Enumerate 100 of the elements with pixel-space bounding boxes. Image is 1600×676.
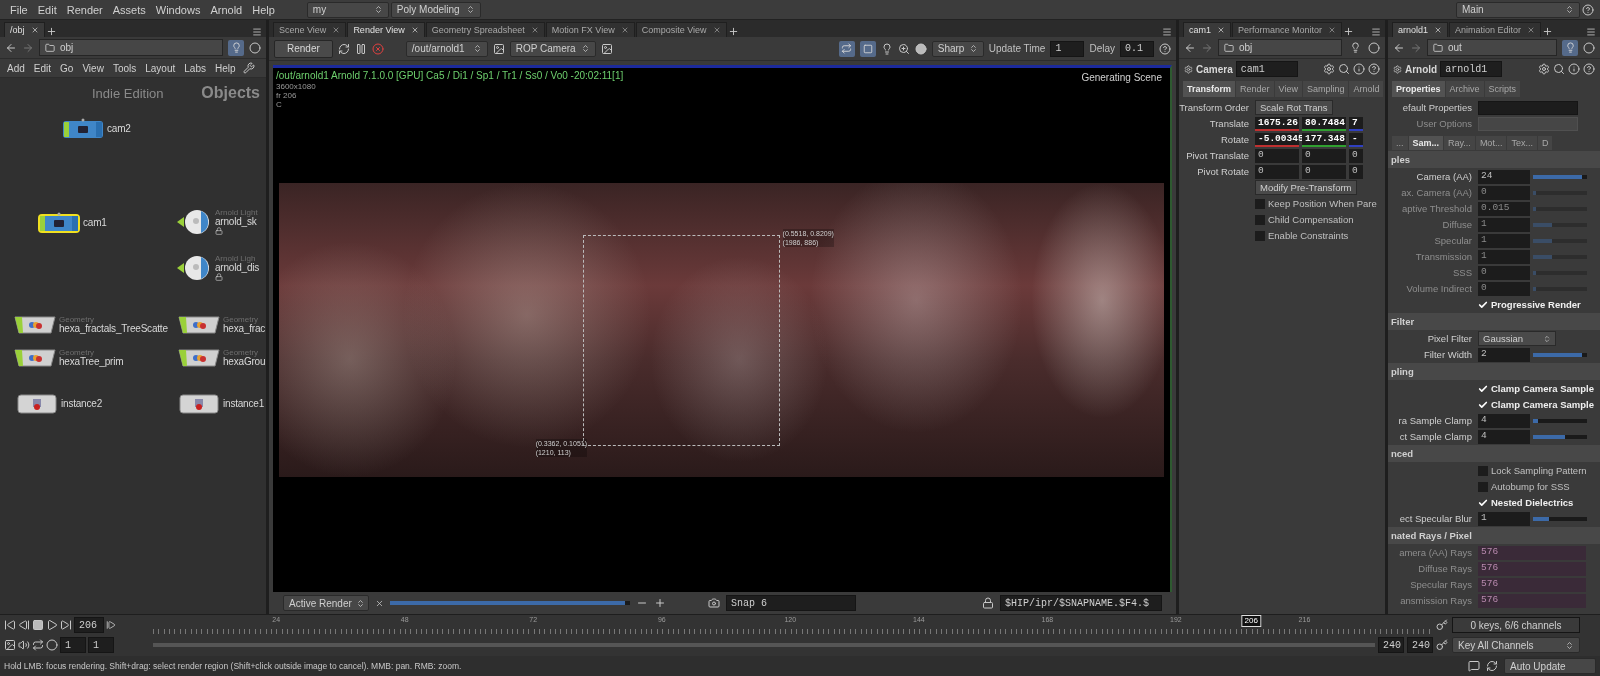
geometry-node[interactable] bbox=[178, 347, 220, 369]
menu-item[interactable]: Windows bbox=[151, 3, 205, 16]
section-header[interactable]: ples bbox=[1388, 151, 1600, 168]
node-name-field[interactable]: cam1 bbox=[1235, 61, 1298, 77]
info-icon[interactable] bbox=[1568, 63, 1580, 75]
menu-icon[interactable] bbox=[1371, 27, 1381, 37]
menu-item[interactable]: Arnold bbox=[206, 3, 247, 16]
node-label[interactable]: arnold_dis bbox=[215, 262, 260, 274]
geometry-node[interactable] bbox=[14, 314, 56, 336]
node-name-field[interactable]: arnold1 bbox=[1440, 61, 1503, 77]
render-mode-dropdown[interactable]: Active Render bbox=[283, 595, 369, 611]
number-field[interactable]: 0 bbox=[1302, 148, 1346, 163]
number-field[interactable]: 7 bbox=[1349, 116, 1363, 131]
recycle-icon[interactable] bbox=[838, 40, 855, 57]
close-icon[interactable] bbox=[1527, 26, 1536, 34]
lightbulb-icon[interactable] bbox=[880, 42, 893, 55]
number-field[interactable]: 1 bbox=[1478, 511, 1530, 526]
param-tab[interactable]: Mot... bbox=[1475, 136, 1507, 150]
node-label[interactable]: hexa_frac bbox=[223, 323, 266, 335]
tools-icon[interactable] bbox=[242, 62, 255, 74]
modify-button[interactable]: Modify Pre-Transform bbox=[1255, 180, 1357, 195]
slider-track[interactable] bbox=[1533, 434, 1587, 439]
snap-field[interactable]: Snap 6 bbox=[726, 595, 856, 611]
pane-tab[interactable]: Geometry Spreadsheet bbox=[425, 22, 545, 37]
close-icon[interactable] bbox=[332, 26, 341, 34]
number-field[interactable]: 0 bbox=[1255, 164, 1299, 179]
playback-end-field[interactable]: 240 bbox=[1378, 637, 1404, 653]
dropdown[interactable]: Scale Rot Trans bbox=[1255, 100, 1333, 115]
number-field[interactable]: - bbox=[1349, 132, 1363, 147]
menu-item[interactable]: File bbox=[6, 3, 32, 16]
input-field[interactable] bbox=[1478, 100, 1578, 115]
play-icon[interactable] bbox=[46, 619, 58, 631]
slider-track[interactable] bbox=[1533, 190, 1587, 195]
node-label[interactable]: hexa_fractals_TreeScatte bbox=[59, 323, 168, 335]
menu-item[interactable]: Assets bbox=[108, 3, 150, 16]
end-field[interactable]: 240 bbox=[1407, 637, 1433, 653]
number-field[interactable]: 4 bbox=[1478, 413, 1530, 428]
checkbox[interactable] bbox=[1478, 399, 1488, 410]
section-header[interactable]: Filter bbox=[1388, 313, 1600, 330]
light-node[interactable] bbox=[176, 208, 212, 236]
menu-icon[interactable] bbox=[252, 27, 262, 37]
gear-icon[interactable] bbox=[1538, 63, 1550, 75]
pane-tab[interactable]: Performance Monitor bbox=[1232, 22, 1343, 37]
node-label[interactable]: hexaTree_prim bbox=[59, 356, 124, 368]
checkbox[interactable] bbox=[1255, 214, 1265, 225]
playhead[interactable]: 206 bbox=[1241, 615, 1261, 627]
pane-tab[interactable]: Motion FX View bbox=[545, 22, 635, 37]
node-label[interactable]: instance2 bbox=[61, 398, 102, 410]
slider-track[interactable] bbox=[1533, 516, 1587, 521]
search-icon[interactable] bbox=[1338, 63, 1350, 75]
close-icon[interactable] bbox=[1434, 26, 1443, 34]
number-field[interactable]: 2 bbox=[1478, 347, 1530, 362]
checkbox[interactable] bbox=[1478, 383, 1488, 394]
audio-icon[interactable] bbox=[18, 639, 30, 651]
refresh-icon[interactable] bbox=[337, 42, 350, 55]
number-field[interactable]: 24 bbox=[1478, 169, 1530, 184]
slider-track[interactable] bbox=[1533, 286, 1587, 291]
menu-item[interactable]: Edit bbox=[31, 62, 54, 74]
menu-item[interactable]: Add bbox=[5, 62, 27, 74]
close-icon[interactable] bbox=[410, 26, 419, 34]
param-tab[interactable]: Arnold bbox=[1349, 81, 1384, 97]
section-header[interactable]: nated Rays / Pixel bbox=[1388, 527, 1600, 544]
update-time-field[interactable]: 1 bbox=[1050, 40, 1085, 57]
back-icon[interactable] bbox=[1184, 41, 1196, 54]
menu-item[interactable]: Render bbox=[62, 3, 107, 16]
close-icon[interactable] bbox=[30, 26, 39, 34]
skip-back-icon[interactable] bbox=[4, 619, 16, 631]
context-dropdown[interactable]: Main bbox=[1456, 1, 1580, 18]
input-field[interactable] bbox=[1478, 116, 1578, 131]
section-header[interactable]: nced bbox=[1388, 445, 1600, 462]
number-field[interactable]: 0 bbox=[1255, 148, 1299, 163]
instance-node[interactable] bbox=[178, 392, 220, 416]
param-tab[interactable]: Properties bbox=[1392, 81, 1445, 97]
section-header[interactable]: pling bbox=[1388, 363, 1600, 380]
help-icon[interactable] bbox=[1583, 63, 1595, 75]
node-label[interactable]: arnold_sk bbox=[215, 216, 258, 228]
add-tab-icon[interactable] bbox=[1343, 26, 1355, 37]
node-label[interactable]: hexaGrou bbox=[223, 356, 266, 368]
camera-node[interactable] bbox=[38, 212, 80, 234]
info-icon[interactable] bbox=[1353, 63, 1365, 75]
menu-icon[interactable] bbox=[1162, 27, 1172, 37]
param-tab[interactable]: ... bbox=[1392, 136, 1408, 150]
lock-icon[interactable] bbox=[982, 597, 994, 609]
param-tab[interactable]: Render bbox=[1236, 81, 1274, 97]
auto-update-dropdown[interactable]: Auto Update bbox=[1504, 658, 1596, 674]
slider-track[interactable] bbox=[1533, 206, 1587, 211]
add-tab-icon[interactable] bbox=[45, 26, 57, 37]
geometry-node[interactable] bbox=[14, 347, 56, 369]
search-icon[interactable] bbox=[1553, 63, 1565, 75]
back-icon[interactable] bbox=[5, 41, 17, 54]
rop-dropdown[interactable]: /out/arnold1 bbox=[405, 40, 488, 57]
number-field[interactable]: 1675.26 bbox=[1255, 116, 1299, 131]
geometry-node[interactable] bbox=[178, 314, 220, 336]
number-field[interactable]: 177.348 bbox=[1302, 132, 1346, 147]
pane-tab[interactable]: Animation Editor bbox=[1449, 22, 1542, 37]
param-tab[interactable]: View bbox=[1274, 81, 1302, 97]
stop-icon[interactable] bbox=[32, 619, 44, 631]
menu-item[interactable]: Help bbox=[248, 3, 279, 16]
pane-tab[interactable]: Composite View bbox=[635, 22, 727, 37]
checkbox[interactable] bbox=[1478, 465, 1488, 476]
